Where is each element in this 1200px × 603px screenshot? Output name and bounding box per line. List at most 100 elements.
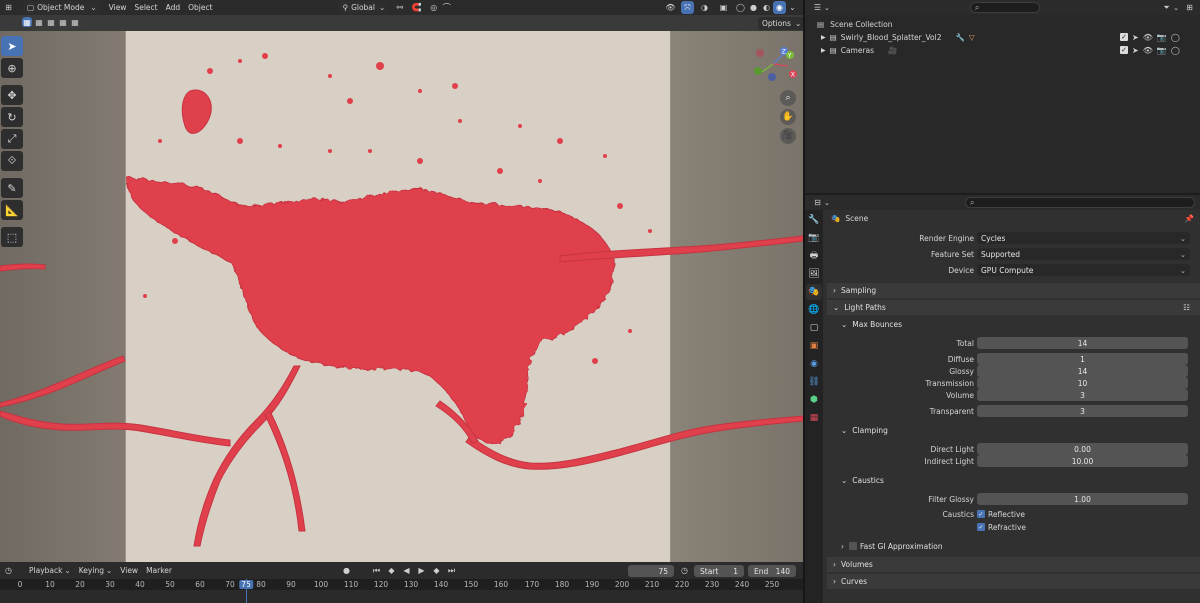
volumes-panel[interactable]: › Volumes (827, 557, 1200, 572)
timeline-ruler[interactable]: 0 10 20 30 40 50 60 70 75 80 90 100 110 … (0, 579, 803, 590)
tab-scene[interactable]: 🎭 (806, 284, 822, 300)
outliner-editor-type-icon[interactable]: ☰ (811, 1, 824, 14)
caustics-subpanel[interactable]: ⌄ Caustics (827, 473, 1200, 487)
menu-view-timeline[interactable]: View (116, 564, 142, 577)
indirect-light-field[interactable]: 10.00 (977, 455, 1188, 467)
exclude-checkbox[interactable]: ✓ (1120, 46, 1128, 54)
reflective-checkbox[interactable]: ✓ Reflective (977, 510, 1025, 519)
tab-render[interactable]: 📷 (806, 230, 822, 246)
pivot-icon[interactable]: ⚯ (393, 1, 406, 14)
options-dropdown[interactable]: Options ⌄ (758, 17, 803, 30)
falloff-icon[interactable]: ⌒ (440, 1, 453, 14)
expand-arrow-icon[interactable]: ▶ (821, 34, 826, 41)
current-frame-field[interactable]: 75 (628, 565, 674, 577)
presets-list-icon[interactable]: ☷ (1183, 303, 1190, 312)
tab-data[interactable]: ⬢ (806, 392, 822, 408)
tab-output[interactable]: 🖶 (806, 248, 822, 264)
camera-render-icon[interactable]: 📷 (1157, 33, 1167, 42)
properties-editor[interactable]: ⊟ ⌄ ⌕ 🔧 📷 🖶 🖼 🎭 🌐 ▢ ▣ ◉ ⛓ ⬢ ▦ 🎭 Scene 📌 … (805, 195, 1200, 603)
rotate-tool[interactable]: ↻ (1, 107, 23, 127)
light-paths-panel[interactable]: ⌄ Light Paths ☷ (827, 300, 1200, 315)
tab-constraints[interactable]: ⛓ (806, 374, 822, 390)
transform-tool[interactable]: ⟐ (1, 151, 23, 171)
proportional-edit-icon[interactable]: ◎ (427, 1, 440, 14)
end-frame-field[interactable]: End 140 (748, 565, 796, 577)
navigation-gizmo[interactable]: Z Y X (748, 42, 798, 86)
bounce-total-field[interactable]: 14 (977, 337, 1188, 349)
select-tool[interactable]: ➤ (1, 36, 23, 56)
select-arrow-icon[interactable]: ➤ (1132, 33, 1139, 42)
shading-solid-icon[interactable]: ● (747, 1, 760, 14)
menu-select[interactable]: Select (130, 1, 161, 14)
jump-end-icon[interactable]: ⏭ (445, 564, 458, 577)
select-mode-icon[interactable]: ▦ (46, 17, 56, 27)
max-bounces-subpanel[interactable]: ⌄ Max Bounces (827, 317, 1200, 331)
tab-view-layer[interactable]: 🖼 (806, 266, 822, 282)
prev-keyframe-icon[interactable]: ◆ (385, 564, 398, 577)
exclude-checkbox[interactable]: ✓ (1120, 33, 1128, 41)
camera-view-button[interactable]: 🎥 (780, 128, 796, 144)
tab-physics[interactable]: ◉ (806, 356, 822, 372)
properties-search-input[interactable]: ⌕ (965, 197, 1195, 208)
refractive-checkbox[interactable]: ✓ Refractive (977, 523, 1026, 532)
holdout-icon[interactable]: ◯ (1171, 46, 1180, 55)
timeline-editor-type-icon[interactable]: ◷ (2, 564, 15, 577)
outliner-row-scene-collection[interactable]: ▤ Scene Collection (805, 18, 1200, 31)
outliner-row-swirly-blood-splatter[interactable]: ▶ ▤ Swirly_Blood_Splatter_Vol2 🔧 ▽ ✓ ➤ 👁… (805, 31, 1200, 44)
new-collection-icon[interactable]: ⊞ (1183, 1, 1196, 14)
shading-options-icon[interactable]: ⌄ (786, 1, 799, 14)
move-tool[interactable]: ✥ (1, 85, 23, 105)
menu-marker[interactable]: Marker (142, 564, 176, 577)
scale-tool[interactable]: ⤢ (1, 129, 23, 149)
zoom-button[interactable]: ⌕ (780, 90, 796, 106)
tab-tool[interactable]: 🔧 (806, 212, 822, 228)
pin-icon[interactable]: 📌 (1185, 214, 1194, 223)
add-cube-tool[interactable]: ⬚ (1, 227, 23, 247)
filter-glossy-field[interactable]: 1.00 (977, 493, 1188, 505)
outliner-row-cameras[interactable]: ▶ ▤ Cameras 🎥 ✓ ➤ 👁 📷 ◯ (805, 44, 1200, 57)
render-engine-dropdown[interactable]: Cycles ⌄ (977, 232, 1190, 244)
shading-rendered-icon[interactable]: ◉ (773, 1, 786, 14)
next-keyframe-icon[interactable]: ◆ (430, 564, 443, 577)
overlays-icon[interactable]: ◑ (698, 1, 711, 14)
menu-add[interactable]: Add (162, 1, 185, 14)
holdout-icon[interactable]: ◯ (1171, 33, 1180, 42)
sampling-panel[interactable]: › Sampling (827, 283, 1200, 298)
select-mode-icon[interactable]: ▦ (34, 17, 44, 27)
timeline-editor[interactable]: ◷ Playback ⌄ Keying ⌄ View Marker ● ⏮ ◆ ◀ … (0, 562, 803, 603)
fast-gi-subpanel[interactable]: › Fast GI Approximation (827, 539, 1200, 553)
select-arrow-icon[interactable]: ➤ (1132, 46, 1139, 55)
tab-collection[interactable]: ▢ (806, 320, 822, 336)
cursor-tool[interactable]: ⊕ (1, 58, 23, 78)
clamping-subpanel[interactable]: ⌄ Clamping (827, 423, 1200, 437)
shading-material-icon[interactable]: ◐ (760, 1, 773, 14)
snap-icon[interactable]: 🧲 (410, 1, 423, 14)
select-mode-icon[interactable]: ▦ (58, 17, 68, 27)
preview-range-icon[interactable]: ◷ (678, 564, 691, 577)
eye-icon[interactable]: 👁 (1143, 33, 1153, 42)
gizmo-icon[interactable]: ⤧ (681, 1, 694, 14)
feature-set-dropdown[interactable]: Supported ⌄ (977, 248, 1190, 260)
outliner-search-input[interactable]: ⌕ (969, 2, 1040, 13)
fast-gi-checkbox[interactable]: Fast GI Approximation (849, 542, 943, 551)
menu-playback[interactable]: Playback ⌄ (25, 564, 75, 577)
tab-material[interactable]: ▦ (806, 410, 822, 426)
expand-arrow-icon[interactable]: ▶ (821, 47, 826, 54)
play-reverse-icon[interactable]: ◀ (400, 564, 413, 577)
tab-object[interactable]: ▣ (806, 338, 822, 354)
eye-icon[interactable]: 👁 (1143, 46, 1153, 55)
select-box-icon[interactable]: ▦ (22, 17, 32, 27)
properties-editor-type-icon[interactable]: ⊟ (811, 196, 824, 209)
bounce-volume-field[interactable]: 3 (977, 389, 1188, 401)
filter-icon[interactable]: ⏷ (1160, 1, 1173, 14)
outliner[interactable]: ☰ ⌄ ⌕ ⏷ ⌄ ⊞ ▤ Scene Collection ▶ ▤ Swirl… (805, 0, 1200, 193)
play-icon[interactable]: ▶ (415, 564, 428, 577)
curves-panel[interactable]: › Curves (827, 574, 1200, 589)
playhead[interactable] (246, 579, 247, 603)
scene-render[interactable] (0, 31, 803, 562)
editor-type-icon[interactable]: ⊞ (2, 1, 15, 14)
xray-icon[interactable]: ▣ (717, 1, 730, 14)
camera-render-icon[interactable]: 📷 (1157, 46, 1167, 55)
shading-wireframe-icon[interactable]: ◯ (734, 1, 747, 14)
start-frame-field[interactable]: Start 1 (694, 565, 744, 577)
